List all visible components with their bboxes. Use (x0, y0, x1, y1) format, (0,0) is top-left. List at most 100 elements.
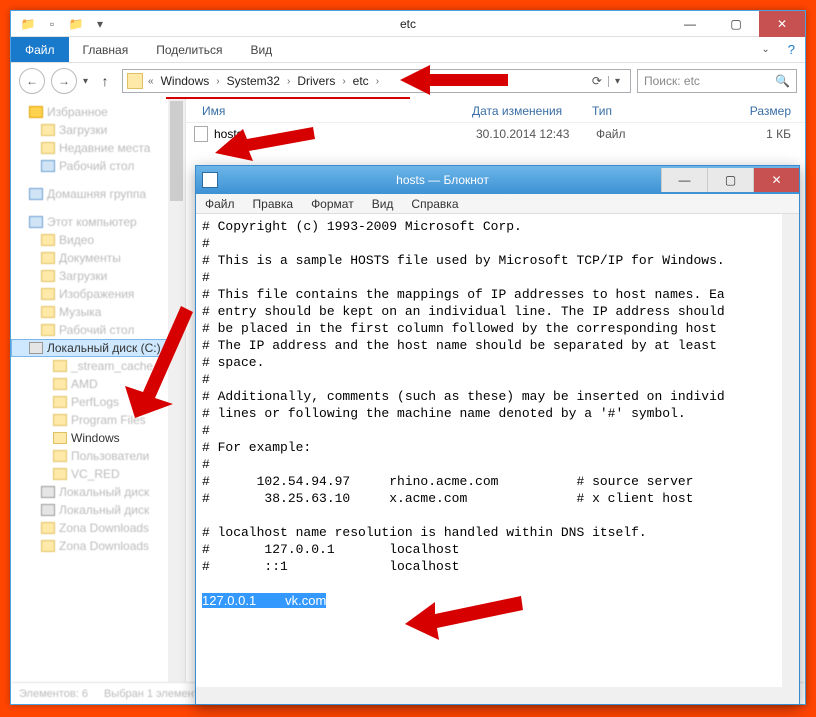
search-placeholder: Поиск: etc (644, 74, 700, 88)
folder-icon (41, 522, 55, 534)
sidebar-item[interactable]: Локальный диск (11, 501, 185, 519)
breadcrumb-seg[interactable]: Drivers (295, 74, 337, 88)
col-size[interactable]: Размер (684, 104, 805, 118)
file-name: hosts (214, 127, 476, 141)
up-button[interactable]: ↑ (94, 70, 116, 92)
sidebar-item-local-c[interactable]: Локальный диск (C:) (11, 339, 185, 357)
props-icon[interactable]: ▫ (41, 13, 63, 35)
sidebar-item[interactable]: PerfLogs (11, 393, 185, 411)
sidebar-item-windows[interactable]: Windows (11, 429, 185, 447)
sidebar-item[interactable]: _stream_cache (11, 357, 185, 375)
sidebar-item[interactable]: Рабочий стол (11, 157, 185, 175)
menu-edit[interactable]: Правка (244, 197, 303, 211)
breadcrumb-seg[interactable]: System32 (225, 74, 282, 88)
sidebar-item[interactable]: Пользователи (11, 447, 185, 465)
minimize-button[interactable]: — (667, 11, 713, 37)
folder-icon (53, 360, 67, 372)
folder-icon (41, 234, 55, 246)
sidebar-scrollbar[interactable] (168, 99, 185, 682)
address-dropdown-icon[interactable]: ▾ (608, 76, 626, 87)
folder-icon: 📁 (17, 13, 39, 35)
chevron-right-icon[interactable]: › (373, 76, 382, 87)
sidebar-item[interactable]: Загрузки (11, 121, 185, 139)
quick-access-toolbar: 📁 ▫ 📁 ▾ etc — ▢ ✕ (11, 11, 805, 37)
sidebar-computer[interactable]: Этот компьютер (11, 213, 185, 231)
new-folder-icon[interactable]: 📁 (65, 13, 87, 35)
help-icon[interactable]: ? (778, 37, 805, 62)
folder-icon (53, 450, 67, 462)
menu-file[interactable]: Файл (196, 197, 244, 211)
column-headers[interactable]: Имя Дата изменения Тип Размер (186, 99, 805, 123)
sidebar-item[interactable]: AMD (11, 375, 185, 393)
homegroup-icon (29, 188, 43, 200)
sidebar-item[interactable]: Недавние места (11, 139, 185, 157)
folder-icon (41, 540, 55, 552)
ribbon: Файл Главная Поделиться Вид ⌄ ? (11, 37, 805, 63)
drive-icon (41, 486, 55, 498)
ribbon-tab-home[interactable]: Главная (69, 37, 143, 62)
search-input[interactable]: Поиск: etc 🔍 (637, 69, 797, 93)
sidebar-item[interactable]: Zona Downloads (11, 537, 185, 555)
col-type[interactable]: Тип (584, 104, 684, 118)
status-selected: Выбран 1 элемент (104, 688, 199, 700)
recent-dropdown-icon[interactable]: ▾ (83, 76, 88, 87)
menu-view[interactable]: Вид (363, 197, 403, 211)
refresh-icon[interactable]: ⟳ (588, 74, 606, 88)
sidebar-item[interactable]: Рабочий стол (11, 321, 185, 339)
breadcrumb-seg[interactable]: etc (351, 74, 371, 88)
forward-button[interactable]: → (51, 68, 77, 94)
sidebar-item[interactable]: Музыка (11, 303, 185, 321)
col-date[interactable]: Дата изменения (464, 104, 584, 118)
ribbon-file-tab[interactable]: Файл (11, 37, 69, 62)
folder-icon (41, 306, 55, 318)
sidebar[interactable]: Избранное Загрузки Недавние места Рабочи… (11, 99, 186, 682)
sidebar-item[interactable]: Zona Downloads (11, 519, 185, 537)
folder-icon (41, 142, 55, 154)
file-icon (53, 468, 67, 480)
back-button[interactable]: ← (19, 68, 45, 94)
folder-icon (41, 288, 55, 300)
close-button[interactable]: ✕ (759, 11, 805, 37)
file-row-hosts[interactable]: hosts 30.10.2014 12:43 Файл 1 КБ (186, 123, 805, 145)
ribbon-tab-view[interactable]: Вид (236, 37, 286, 62)
folder-icon (53, 396, 67, 408)
chevron-right-icon[interactable]: › (284, 76, 293, 87)
star-icon (29, 106, 43, 118)
chevron-right-icon[interactable]: › (213, 76, 222, 87)
file-size: 1 КБ (696, 127, 805, 141)
notepad-title: hosts — Блокнот (224, 173, 661, 187)
col-name[interactable]: Имя (194, 104, 464, 118)
file-icon (194, 126, 208, 142)
maximize-button[interactable]: ▢ (713, 11, 759, 37)
menu-help[interactable]: Справка (402, 197, 467, 211)
ribbon-expand-icon[interactable]: ⌄ (753, 37, 777, 62)
sidebar-item[interactable]: Загрузки (11, 267, 185, 285)
maximize-button[interactable]: ▢ (707, 168, 753, 192)
breadcrumb-seg[interactable]: Windows (159, 74, 212, 88)
sidebar-item[interactable]: VC_RED (11, 465, 185, 483)
ribbon-tab-share[interactable]: Поделиться (142, 37, 236, 62)
notepad-hscrollbar[interactable] (196, 687, 782, 704)
minimize-button[interactable]: — (661, 168, 707, 192)
sidebar-item[interactable]: Локальный диск (11, 483, 185, 501)
notepad-text-area[interactable]: # Copyright (c) 1993-2009 Microsoft Corp… (196, 214, 799, 704)
sidebar-favorites[interactable]: Избранное (11, 103, 185, 121)
sidebar-item[interactable]: Видео (11, 231, 185, 249)
drive-icon (29, 342, 43, 354)
chevron-right-icon[interactable]: › (339, 76, 348, 87)
sidebar-homegroup[interactable]: Домашняя группа (11, 185, 185, 203)
drive-icon (41, 504, 55, 516)
notepad-vscrollbar[interactable] (782, 214, 799, 687)
sidebar-item[interactable]: Program Files (11, 411, 185, 429)
close-button[interactable]: ✕ (753, 168, 799, 192)
breadcrumb[interactable]: « Windows › System32 › Drivers › etc › ⟳… (122, 69, 631, 93)
qat-dropdown-icon[interactable]: ▾ (89, 13, 111, 35)
sidebar-item[interactable]: Документы (11, 249, 185, 267)
chevron-right-icon[interactable]: « (145, 76, 157, 87)
notepad-titlebar[interactable]: hosts — Блокнот — ▢ ✕ (196, 166, 799, 194)
folder-icon (41, 270, 55, 282)
menu-format[interactable]: Формат (302, 197, 363, 211)
sidebar-item[interactable]: Изображения (11, 285, 185, 303)
folder-icon (53, 432, 67, 444)
folder-icon (127, 73, 143, 89)
